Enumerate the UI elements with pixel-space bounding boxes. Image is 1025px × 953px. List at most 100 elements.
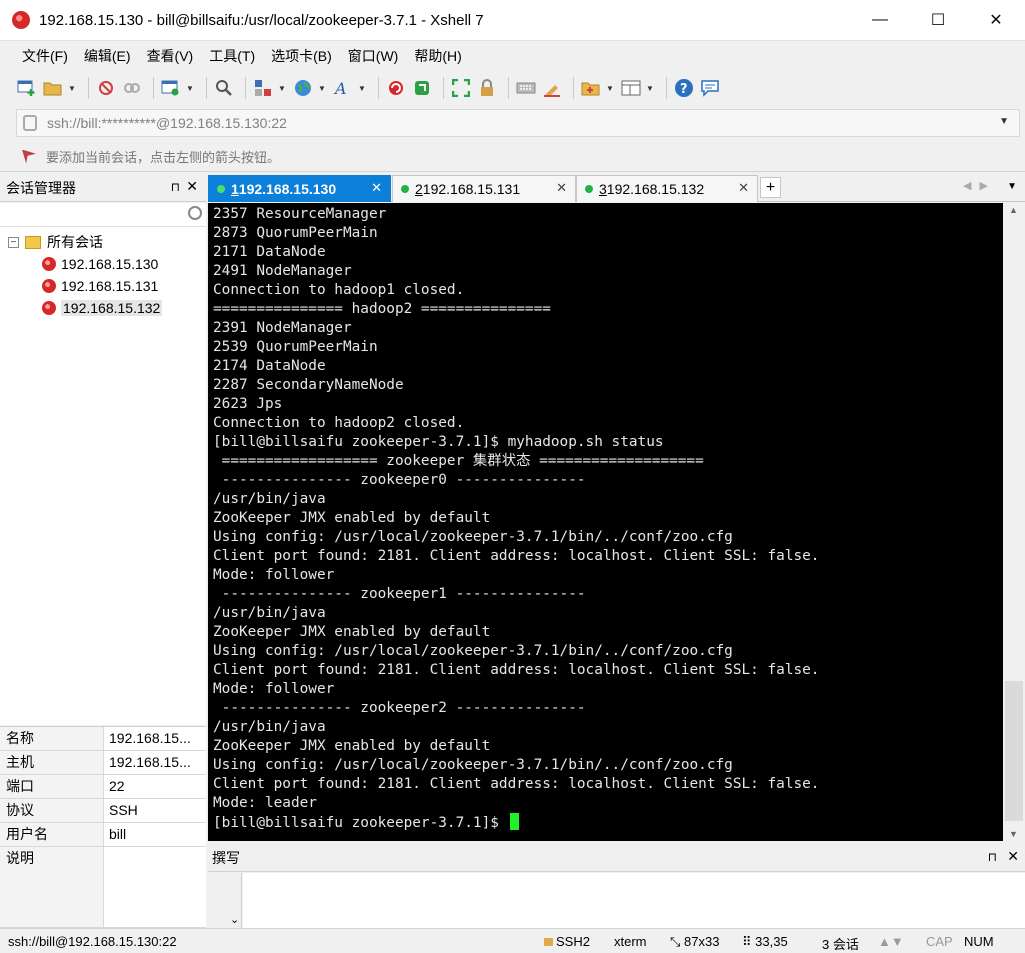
menu-tools[interactable]: 工具(T) xyxy=(201,46,263,66)
terminal-line: Client port found: 2181. Client address:… xyxy=(213,775,1003,794)
tab-label: 192.168.15.131 xyxy=(422,181,521,197)
session-label: 192.168.15.132 xyxy=(61,300,163,316)
menu-tabs[interactable]: 选项卡(B) xyxy=(263,46,340,66)
lock-icon[interactable] xyxy=(476,78,498,98)
session-item-130[interactable]: 192.168.15.130 xyxy=(42,253,158,275)
pin-icon[interactable]: ⊓ xyxy=(988,850,997,864)
maximize-button[interactable]: ☐ xyxy=(909,0,967,40)
tab-label: 192.168.15.132 xyxy=(606,181,705,197)
xftp-icon[interactable] xyxy=(411,78,433,98)
compose-input[interactable] xyxy=(243,873,1025,928)
tab-scroll-arrows-icon[interactable]: ◀▶ xyxy=(963,179,996,192)
terminal-line-text: Client port found: 2181. Client address:… xyxy=(213,662,820,678)
keyboard-icon[interactable] xyxy=(515,78,537,98)
compose-expand-icon[interactable]: ⌄ xyxy=(230,913,239,926)
terminal-line: Mode: leader xyxy=(213,794,1003,813)
globe-icon[interactable] xyxy=(292,78,314,98)
tab-close-icon[interactable]: ✕ xyxy=(556,180,567,196)
svg-text:A: A xyxy=(333,79,347,97)
terminal-line-text: 2357 ResourceManager xyxy=(213,206,387,222)
session-manager-close-icon[interactable]: ✕ xyxy=(186,178,198,195)
session-icon xyxy=(42,257,56,271)
menu-view[interactable]: 查看(V) xyxy=(139,46,202,66)
terminal-line-text: [bill@billsaifu zookeeper-3.7.1]$ xyxy=(213,815,508,831)
help-icon[interactable]: ? xyxy=(673,78,695,98)
add-session-arrow-icon[interactable] xyxy=(22,149,36,164)
status-terminal-type: xterm xyxy=(614,934,647,949)
terminal-line: 2491 NodeManager xyxy=(213,262,1003,281)
session-item-131[interactable]: 192.168.15.131 xyxy=(42,275,158,297)
chat-icon[interactable] xyxy=(699,78,721,98)
session-nav-arrows-icon[interactable]: ▲▼ xyxy=(878,934,904,949)
compose-close-icon[interactable]: ✕ xyxy=(1007,848,1019,865)
tree-root-all-sessions[interactable]: − 所有会话 xyxy=(8,231,103,253)
toolbar: ▼ ▼ ▼ ▼ A ▼ ▼ ▼ ? xyxy=(0,70,1025,106)
prop-row-name: 名称 192.168.15... xyxy=(0,727,206,751)
layout-icon[interactable] xyxy=(620,78,642,98)
globe-dropdown-icon[interactable]: ▼ xyxy=(318,84,326,93)
open-dropdown-icon[interactable]: ▼ xyxy=(68,84,76,93)
prop-value: bill xyxy=(109,826,127,842)
menu-help[interactable]: 帮助(H) xyxy=(406,46,469,66)
folder-dropdown-icon[interactable]: ▼ xyxy=(606,84,614,93)
search-icon[interactable] xyxy=(188,206,202,220)
close-button[interactable]: ✕ xyxy=(967,0,1025,40)
scroll-thumb[interactable] xyxy=(1005,681,1023,821)
terminal-line-text: 2171 DataNode xyxy=(213,244,326,260)
toolbar-separator xyxy=(153,77,154,99)
add-tab-button[interactable]: + xyxy=(760,177,781,198)
open-folder-icon[interactable] xyxy=(42,78,64,98)
menu-window[interactable]: 窗口(W) xyxy=(340,46,407,66)
fullscreen-icon[interactable] xyxy=(450,78,472,98)
new-session-icon[interactable] xyxy=(16,78,38,98)
terminal-scrollbar[interactable]: ▲ ▼ xyxy=(1003,203,1025,841)
menu-file[interactable]: 文件(F) xyxy=(14,46,76,66)
address-dropdown-icon[interactable]: ▼ xyxy=(999,116,1009,127)
terminal-line-text: /usr/bin/java xyxy=(213,491,326,507)
tab-close-icon[interactable]: ✕ xyxy=(371,180,382,196)
transfer-icon[interactable] xyxy=(252,78,274,98)
reconnect-icon[interactable] xyxy=(95,78,117,98)
address-bar[interactable]: ssh://bill:**********@192.168.15.130:22 … xyxy=(16,109,1020,137)
minimize-button[interactable]: — xyxy=(851,0,909,40)
font-dropdown-icon[interactable]: ▼ xyxy=(358,84,366,93)
session-icon xyxy=(42,301,56,315)
session-label: 192.168.15.130 xyxy=(61,256,159,272)
title-bar: 192.168.15.130 - bill@billsaifu:/usr/loc… xyxy=(0,0,1025,40)
terminal-line-text: [bill@billsaifu zookeeper-3.7.1]$ myhado… xyxy=(213,434,664,450)
scroll-down-icon[interactable]: ▼ xyxy=(1009,829,1018,839)
transfer-dropdown-icon[interactable]: ▼ xyxy=(278,84,286,93)
menu-edit[interactable]: 编辑(E) xyxy=(76,46,139,66)
terminal-line-text: =============== hadoop2 =============== xyxy=(213,301,551,317)
layout-dropdown-icon[interactable]: ▼ xyxy=(646,84,654,93)
terminal-line: [bill@billsaifu zookeeper-3.7.1]$ myhado… xyxy=(213,433,1003,452)
hint-bar: 要添加当前会话，点击左侧的箭头按钮。 xyxy=(0,142,1025,172)
tab-session-2[interactable]: 2 192.168.15.131 ✕ xyxy=(392,175,576,202)
terminal-output[interactable]: 2357 ResourceManager 2873 QuorumPeerMain 2… xyxy=(208,203,1003,841)
terminal-line: 2539 QuorumPeerMain xyxy=(213,338,1003,357)
find-icon[interactable] xyxy=(213,78,235,98)
cursor-pos-icon: ⠿ xyxy=(742,934,756,949)
session-search-input[interactable] xyxy=(0,203,206,227)
collapse-toggle-icon[interactable]: − xyxy=(8,236,19,248)
tab-session-3[interactable]: 3 192.168.15.132 ✕ xyxy=(576,175,758,202)
terminal-line: /usr/bin/java xyxy=(213,490,1003,509)
tab-close-icon[interactable]: ✕ xyxy=(738,180,749,196)
pin-icon[interactable]: ⊓ xyxy=(171,180,180,194)
new-folder-icon[interactable] xyxy=(580,78,602,98)
session-item-132[interactable]: 192.168.15.132 xyxy=(42,297,163,319)
properties-dropdown-icon[interactable]: ▼ xyxy=(186,84,194,93)
highlight-pen-icon[interactable] xyxy=(541,78,563,98)
tab-list-dropdown-icon[interactable]: ▼ xyxy=(1007,181,1017,192)
address-input[interactable]: ssh://bill:**********@192.168.15.130:22 xyxy=(47,115,287,131)
tab-session-1[interactable]: 1 192.168.15.130 ✕ xyxy=(208,175,391,202)
font-icon[interactable]: A xyxy=(332,78,354,98)
xshell-icon[interactable] xyxy=(385,78,407,98)
terminal-line: /usr/bin/java xyxy=(213,718,1003,737)
properties-icon[interactable] xyxy=(160,78,182,98)
terminal-line: 2623 Jps xyxy=(213,395,1003,414)
terminal-line: Mode: follower xyxy=(213,680,1003,699)
disconnect-icon[interactable] xyxy=(121,78,143,98)
terminal-line-text: 2391 NodeManager xyxy=(213,320,352,336)
scroll-up-icon[interactable]: ▲ xyxy=(1009,205,1018,215)
